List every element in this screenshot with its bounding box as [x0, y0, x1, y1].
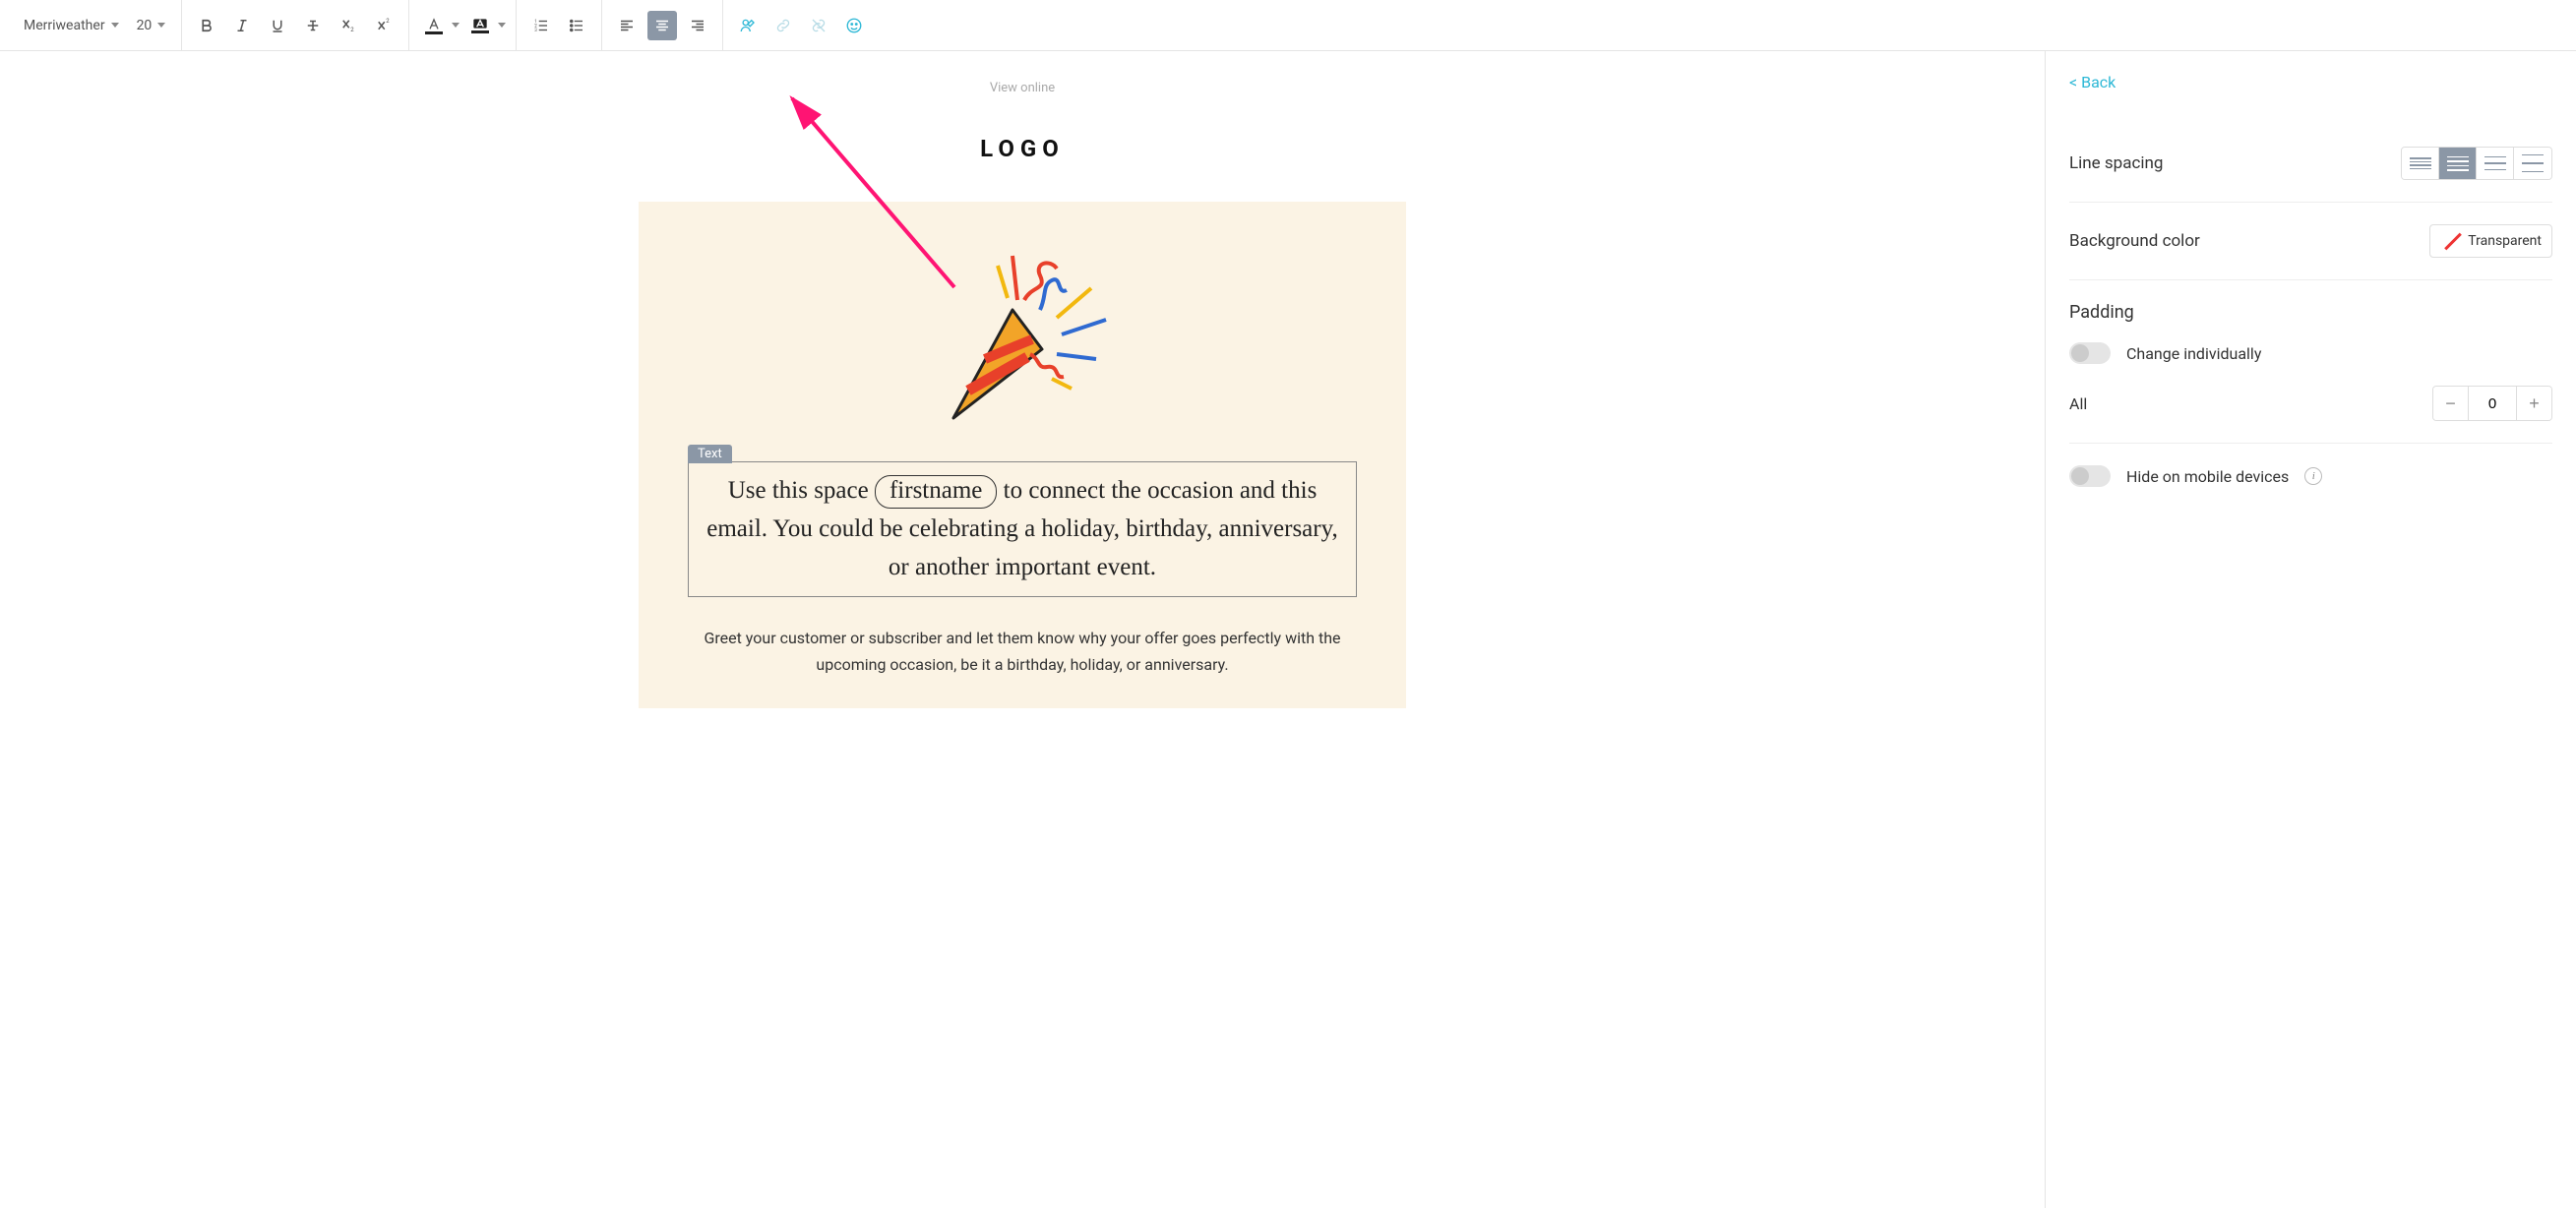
- bg-color-value: Transparent: [2468, 233, 2542, 249]
- hide-mobile-toggle[interactable]: [2069, 465, 2111, 487]
- text-block[interactable]: Text Use this space firstname to connect…: [688, 461, 1357, 597]
- caret-down-icon: [498, 23, 506, 28]
- unlink-button[interactable]: [804, 11, 833, 40]
- strikethrough-button[interactable]: [298, 11, 328, 40]
- font-size-select[interactable]: 20: [131, 14, 172, 37]
- main-text[interactable]: Use this space firstname to connect the …: [697, 472, 1348, 586]
- caret-down-icon: [111, 23, 119, 28]
- italic-button[interactable]: [227, 11, 257, 40]
- padding-label: Padding: [2069, 280, 2552, 332]
- main-text-before: Use this space: [728, 477, 869, 504]
- toolbar: Merriweather 20 2: [0, 0, 2576, 51]
- font-family-value: Merriweather: [24, 18, 105, 33]
- sidebar: < Back Line spacing Background color Tra…: [2045, 51, 2576, 1208]
- font-size-value: 20: [137, 18, 153, 33]
- svg-text:2: 2: [387, 18, 391, 25]
- spacing-tight[interactable]: [2402, 148, 2439, 179]
- align-left-button[interactable]: [612, 11, 642, 40]
- ordered-list-button[interactable]: 123: [526, 11, 556, 40]
- view-online-link[interactable]: View online: [639, 81, 1406, 95]
- svg-text:3: 3: [535, 28, 538, 33]
- link-button[interactable]: [768, 11, 798, 40]
- email-canvas: View online LOGO: [639, 81, 1406, 1208]
- content-block: Text Use this space firstname to connect…: [639, 202, 1406, 708]
- body-text[interactable]: Greet your customer or subscriber and le…: [688, 625, 1357, 678]
- subscript-button[interactable]: 2: [334, 11, 363, 40]
- emoji-button[interactable]: [839, 11, 869, 40]
- spacing-normal[interactable]: [2439, 148, 2477, 179]
- line-spacing-options: [2401, 147, 2552, 180]
- bold-button[interactable]: [192, 11, 221, 40]
- logo-text: LOGO: [639, 135, 1406, 162]
- text-color-swatch: [425, 31, 443, 34]
- canvas-wrap: View online LOGO: [0, 51, 2045, 1208]
- text-block-label: Text: [688, 445, 732, 463]
- caret-down-icon: [452, 23, 460, 28]
- padding-stepper: − +: [2432, 386, 2552, 421]
- font-family-select[interactable]: Merriweather: [18, 14, 125, 37]
- padding-input[interactable]: [2469, 387, 2516, 420]
- spacing-xloose[interactable]: [2514, 148, 2551, 179]
- text-color-button[interactable]: [419, 17, 460, 34]
- underline-button[interactable]: [263, 11, 292, 40]
- personalization-button[interactable]: [733, 11, 763, 40]
- bg-color-swatch: [471, 30, 489, 33]
- party-popper-illustration: [688, 241, 1357, 442]
- padding-individual-toggle[interactable]: [2069, 342, 2111, 364]
- line-spacing-label: Line spacing: [2069, 153, 2163, 173]
- main-area: View online LOGO: [0, 51, 2576, 1208]
- hide-mobile-label: Hide on mobile devices: [2126, 467, 2289, 486]
- unordered-list-button[interactable]: [562, 11, 591, 40]
- align-right-button[interactable]: [683, 11, 712, 40]
- placeholder-firstname[interactable]: firstname: [875, 475, 997, 509]
- align-center-button[interactable]: [647, 11, 677, 40]
- padding-increment[interactable]: +: [2516, 387, 2551, 420]
- padding-all-label: All: [2069, 394, 2087, 413]
- back-link[interactable]: < Back: [2069, 73, 2116, 91]
- spacing-loose[interactable]: [2477, 148, 2514, 179]
- svg-text:2: 2: [351, 27, 355, 33]
- bg-color-picker[interactable]: Transparent: [2429, 224, 2552, 258]
- caret-down-icon: [157, 23, 165, 28]
- bg-color-button[interactable]: [465, 18, 506, 33]
- superscript-button[interactable]: 2: [369, 11, 399, 40]
- change-individually-label: Change individually: [2126, 344, 2261, 363]
- bg-color-label: Background color: [2069, 231, 2200, 251]
- padding-decrement[interactable]: −: [2433, 387, 2469, 420]
- transparent-icon: [2440, 231, 2460, 251]
- info-icon[interactable]: i: [2304, 467, 2322, 485]
